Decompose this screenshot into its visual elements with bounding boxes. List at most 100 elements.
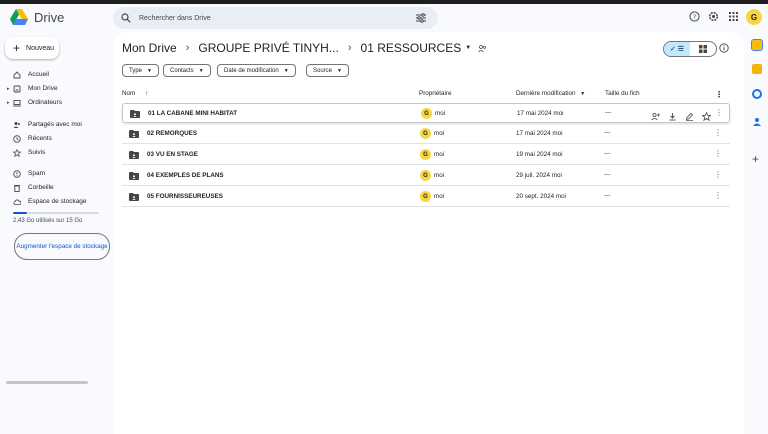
expand-arrow-icon[interactable]: ▸ — [7, 100, 10, 106]
more-actions-icon[interactable]: ⋮ — [714, 170, 722, 179]
sidebar-item-shared[interactable]: Partagés avec moi — [0, 118, 112, 131]
filter-contacts[interactable]: Contacts ▼ — [163, 64, 211, 77]
file-name[interactable]: 02 REMORQUES — [147, 130, 197, 137]
column-header-owner[interactable]: Propriétaire — [419, 90, 452, 97]
download-icon[interactable] — [668, 108, 677, 121]
sidebar-item-label: Accueil — [28, 71, 49, 78]
sidebar-item-my-drive[interactable]: ▸ Mon Drive — [0, 82, 112, 95]
share-icon[interactable] — [651, 108, 660, 121]
search-icon[interactable] — [121, 13, 131, 23]
shared-folder-icon — [478, 44, 487, 52]
storage-usage-fill — [13, 212, 27, 214]
more-actions-icon[interactable]: ⋮ — [714, 128, 722, 137]
file-row[interactable]: 05 FOURNISSEUREUSES Gmoi 20 sept. 2024 moi… — [122, 187, 730, 207]
sidebar-item-label: Espace de stockage — [28, 198, 87, 205]
computer-icon — [13, 99, 21, 106]
file-size: — — [604, 150, 611, 157]
tasks-icon[interactable] — [752, 89, 762, 99]
filter-label: Date de modification — [224, 67, 279, 74]
shared-folder-icon — [129, 193, 139, 201]
upgrade-storage-button[interactable]: Augmenter l'espace de stockage — [14, 233, 110, 260]
caret-down-icon: ▼ — [283, 67, 289, 74]
apps-grid-icon[interactable] — [728, 11, 739, 22]
calendar-icon[interactable] — [751, 39, 763, 51]
star-icon — [13, 148, 21, 157]
file-row[interactable]: 03 VU EN STAGE Gmoi 19 mai 2024 moi — ⋮ — [122, 145, 730, 165]
sidebar-item-home[interactable]: Accueil — [0, 68, 112, 81]
contacts-icon[interactable] — [752, 114, 762, 126]
owner-avatar: G — [421, 108, 432, 119]
file-row[interactable]: 04 EXEMPLES DE PLANS Gmoi 29 juil. 2024 mo… — [122, 166, 730, 186]
breadcrumb-item[interactable]: GROUPE PRIVÉ TINYH... — [198, 41, 338, 55]
storage-usage-bar — [13, 212, 99, 214]
settings-icon[interactable] — [708, 11, 719, 22]
sidebar-item-recent[interactable]: Récents — [0, 132, 112, 145]
row-actions — [651, 108, 712, 122]
rename-icon[interactable] — [685, 108, 694, 121]
file-row[interactable]: 01 LA CABANE MINI HABITAT Gmoi 17 mai 2024… — [122, 103, 730, 123]
shared-folder-icon — [129, 130, 139, 138]
file-name[interactable]: 01 LA CABANE MINI HABITAT — [148, 110, 237, 117]
shared-icon — [13, 121, 20, 128]
column-options-icon[interactable]: ⋮ — [715, 90, 723, 99]
add-addon-icon[interactable]: + — [752, 152, 759, 166]
search-placeholder[interactable]: Rechercher dans Drive — [139, 15, 211, 22]
filter-date-modified[interactable]: Date de modification ▼ — [217, 64, 296, 77]
info-icon[interactable] — [719, 43, 729, 53]
list-view-button[interactable]: ✓ ☰ — [664, 42, 690, 56]
app-name: Drive — [34, 9, 65, 25]
main-content: Mon Drive › GROUPE PRIVÉ TINYH... › 01 R… — [114, 32, 744, 434]
file-name[interactable]: 03 VU EN STAGE — [147, 151, 198, 158]
view-toggle[interactable]: ✓ ☰ — [663, 41, 717, 57]
new-button[interactable]: + Nouveau — [5, 37, 59, 59]
sidebar-item-label: Corbeille — [28, 184, 54, 191]
column-header-modified[interactable]: Dernière modification ▼ — [516, 90, 585, 97]
folder-menu-dropdown-icon[interactable]: ▼ — [465, 45, 471, 51]
file-owner: moi — [434, 193, 445, 200]
drive-logo[interactable]: Drive — [10, 9, 64, 25]
search-bar[interactable]: Rechercher dans Drive — [113, 7, 438, 29]
grid-view-button[interactable] — [690, 42, 716, 56]
file-owner: moi — [435, 110, 446, 117]
sidebar-item-spam[interactable]: Spam — [0, 167, 112, 180]
check-icon: ✓ — [669, 46, 676, 53]
file-modified: 29 juil. 2024 moi — [516, 172, 562, 179]
filter-source[interactable]: Source ▼ — [306, 64, 349, 77]
more-actions-icon[interactable]: ⋮ — [714, 149, 722, 158]
caret-down-icon: ▼ — [198, 67, 204, 74]
account-avatar[interactable]: G — [746, 9, 762, 25]
sidebar-item-storage[interactable]: Espace de stockage — [0, 195, 112, 208]
filter-type[interactable]: Type ▼ — [122, 64, 159, 77]
file-modified: 17 mai 2024 moi — [516, 130, 563, 137]
filter-label: Source — [313, 67, 333, 74]
more-actions-icon[interactable]: ⋮ — [714, 191, 722, 200]
sort-arrow-up-icon[interactable]: ↑ — [145, 90, 148, 97]
search-options-icon[interactable] — [416, 13, 426, 23]
breadcrumb-item[interactable]: Mon Drive — [122, 41, 177, 55]
new-button-label: Nouveau — [26, 44, 55, 52]
more-actions-icon[interactable]: ⋮ — [715, 108, 723, 117]
help-icon[interactable]: ? — [689, 11, 700, 22]
file-modified: 19 mai 2024 moi — [516, 151, 563, 158]
keep-icon[interactable] — [752, 64, 762, 74]
star-icon[interactable] — [701, 108, 712, 122]
file-name[interactable]: 04 EXEMPLES DE PLANS — [147, 172, 224, 179]
cloud-icon — [13, 199, 21, 205]
file-name[interactable]: 05 FOURNISSEUREUSES — [147, 193, 223, 200]
expand-arrow-icon[interactable]: ▸ — [7, 86, 10, 92]
breadcrumb-separator: › — [347, 42, 352, 54]
owner-avatar: G — [420, 170, 431, 181]
file-size: — — [605, 109, 612, 116]
owner-avatar: G — [420, 128, 431, 139]
trash-icon — [14, 184, 20, 192]
sidebar-item-label: Suivis — [28, 149, 46, 156]
breadcrumb-current[interactable]: 01 RESSOURCES — [361, 41, 462, 55]
sidebar-item-starred[interactable]: Suivis — [0, 146, 112, 159]
column-header-size[interactable]: Taille du fich — [605, 90, 640, 97]
horizontal-scrollbar[interactable] — [6, 381, 88, 384]
file-modified: 17 mai 2024 moi — [517, 110, 564, 117]
sidebar-item-trash[interactable]: Corbeille — [0, 181, 112, 194]
sidebar-item-computers[interactable]: ▸ Ordinateurs — [0, 96, 112, 109]
column-header-name[interactable]: Nom ↑ — [122, 90, 148, 97]
file-row[interactable]: 02 REMORQUES Gmoi 17 mai 2024 moi — ⋮ — [122, 124, 730, 144]
